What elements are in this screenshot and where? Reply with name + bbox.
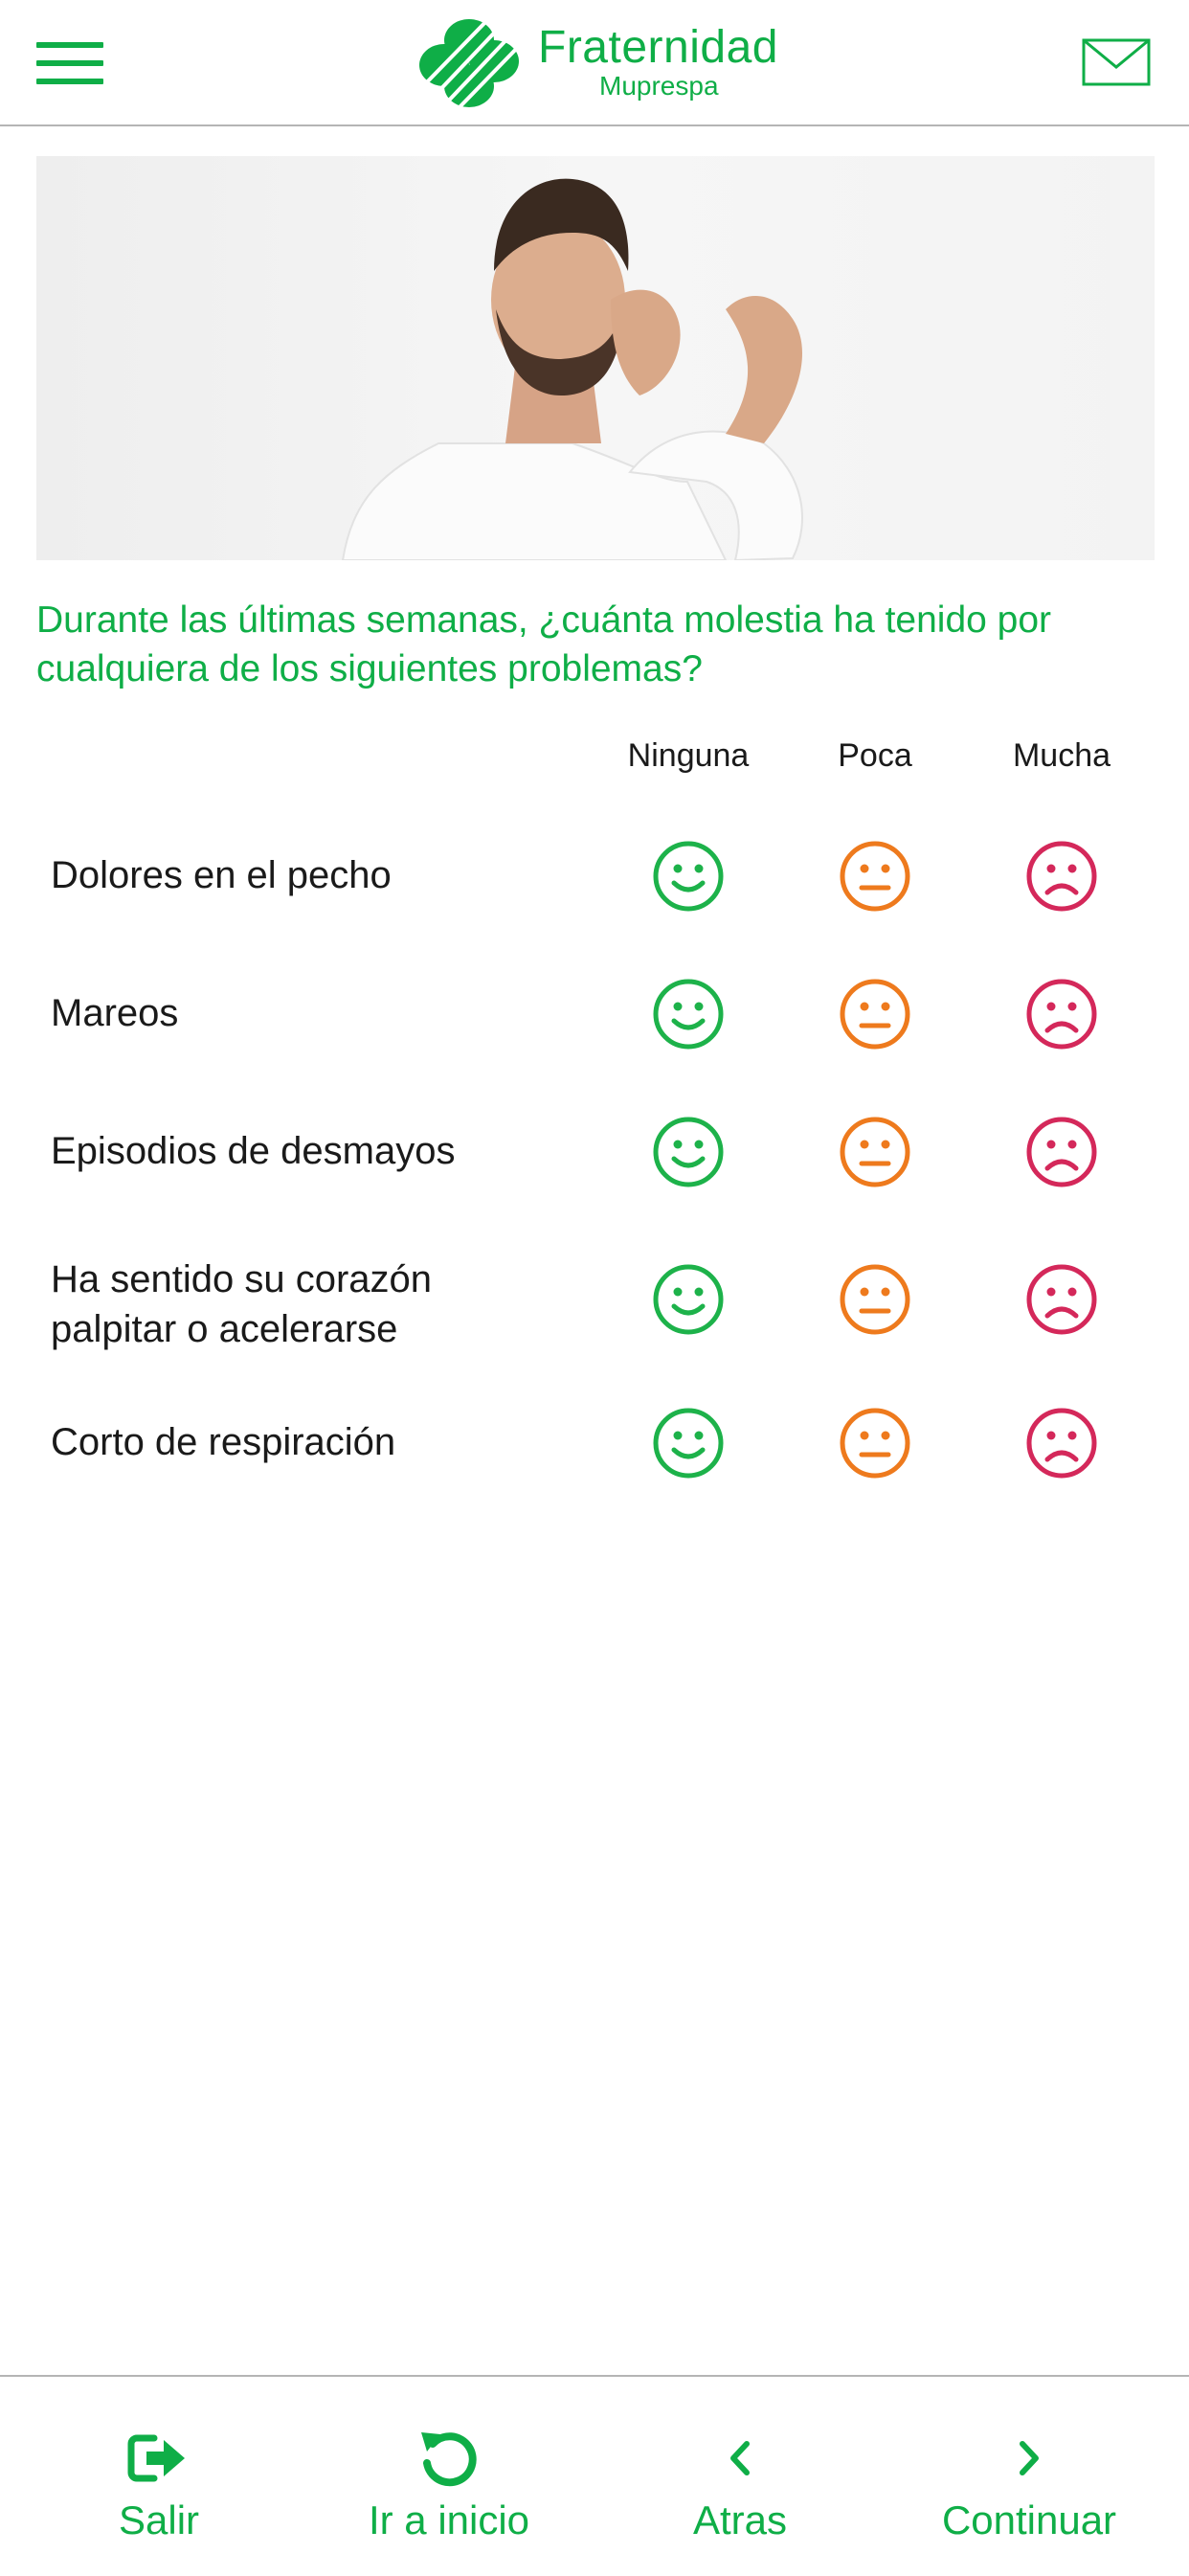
sign-out-icon — [127, 2434, 185, 2482]
continue-label: Continuar — [941, 2497, 1117, 2542]
symptom-label: Corto de respiración — [51, 1421, 396, 1463]
back-label: Atras — [692, 2497, 788, 2542]
column-header-ninguna: Ninguna — [627, 737, 750, 774]
home-button[interactable]: Ir a inicio — [360, 2377, 538, 2576]
question-text: Durante las últimas semanas, ¿cuánta mol… — [36, 599, 1052, 689]
exit-label: Salir — [118, 2497, 200, 2542]
envelope-icon[interactable] — [1082, 38, 1151, 86]
neutral-face-icon[interactable] — [838, 1262, 912, 1337]
home-label: Ir a inicio — [368, 2497, 530, 2542]
neutral-face-icon[interactable] — [838, 839, 912, 914]
sad-face-icon[interactable] — [1024, 1115, 1099, 1189]
column-header-mucha: Mucha — [1012, 737, 1111, 774]
smile-face-icon[interactable] — [651, 839, 726, 914]
sad-face-icon[interactable] — [1024, 1262, 1099, 1337]
smile-face-icon[interactable] — [651, 977, 726, 1051]
sad-face-icon[interactable] — [1024, 977, 1099, 1051]
symptom-label: Mareos — [51, 992, 179, 1034]
smile-face-icon[interactable] — [651, 1262, 726, 1337]
exit-button[interactable]: Salir — [92, 2377, 226, 2576]
symptom-label: Dolores en el pecho — [51, 854, 392, 896]
brand-name: Fraternidad — [538, 22, 778, 73]
back-button[interactable]: Atras — [670, 2377, 810, 2576]
fraternidad-logo: Fraternidad Muprespа — [412, 17, 785, 109]
hero-image — [36, 156, 1155, 560]
neutral-face-icon[interactable] — [838, 1115, 912, 1189]
bottom-nav: Salir Ir a inicio Atras Continuar — [0, 2375, 1189, 2576]
symptom-label: Episodios de desmayos — [51, 1130, 456, 1172]
continue-button[interactable]: Continuar — [934, 2377, 1124, 2576]
sad-face-icon[interactable] — [1024, 1406, 1099, 1480]
neutral-face-icon[interactable] — [838, 1406, 912, 1480]
chevron-left-icon — [730, 2441, 750, 2475]
neutral-face-icon[interactable] — [838, 977, 912, 1051]
symptom-label: Ha sentido su corazón palpitar o acelera… — [51, 1258, 433, 1350]
smile-face-icon[interactable] — [651, 1406, 726, 1480]
hamburger-menu-icon[interactable] — [36, 42, 105, 84]
brand-subname: Muprespа — [599, 71, 719, 101]
sad-face-icon[interactable] — [1024, 839, 1099, 914]
column-header-poca: Poca — [838, 737, 912, 774]
app-header: Fraternidad Muprespа — [0, 0, 1189, 126]
clover-logo-icon — [417, 17, 527, 109]
refresh-icon — [421, 2432, 477, 2487]
smile-face-icon[interactable] — [651, 1115, 726, 1189]
photo-man-neck-pain — [36, 156, 1155, 560]
chevron-right-icon — [1020, 2441, 1039, 2475]
